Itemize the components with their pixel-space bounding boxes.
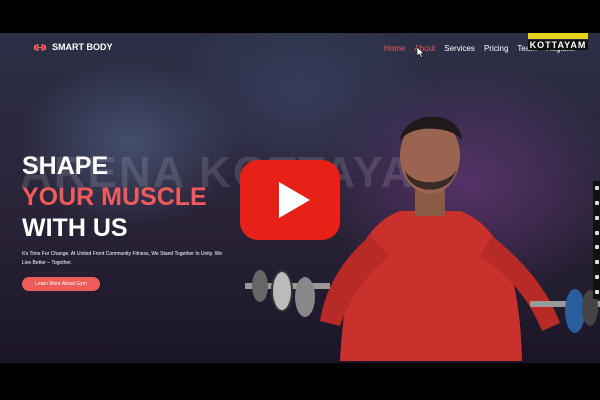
nav-pricing[interactable]: Pricing (484, 44, 508, 53)
side-icon-8[interactable] (594, 289, 599, 294)
location-badge: KOTTAYAM (528, 33, 588, 51)
bottom-letterbox (0, 363, 600, 400)
dumbbell-logo-icon (34, 43, 46, 51)
play-icon[interactable] (240, 160, 340, 240)
headline-line-1: SHAPE (22, 152, 109, 180)
badge-label: KOTTAYAM (528, 40, 588, 50)
hero-headline: SHAPE YOUR MUSCLE WITH US (22, 151, 207, 244)
nav-home[interactable]: Home (384, 44, 405, 53)
brand-logo[interactable]: SMART BODY (34, 42, 113, 52)
cursor-icon (417, 47, 425, 58)
side-icon-1[interactable] (594, 186, 599, 191)
hero-section: ARENA KOTTAYAM SMART BODY Home About Ser… (0, 33, 600, 363)
headline-line-2: YOUR MUSCLE (22, 183, 207, 211)
badge-stripe (528, 33, 588, 39)
hero-tagline: It's Time For Change. At United Front Co… (22, 251, 223, 266)
nav-services[interactable]: Services (444, 44, 475, 53)
learn-more-button[interactable]: Learn More About Gym (22, 277, 100, 291)
side-icon-5[interactable] (594, 245, 599, 250)
side-icon-6[interactable] (594, 260, 599, 265)
brand-name: SMART BODY (52, 42, 113, 52)
top-letterbox (0, 0, 600, 33)
side-icon-4[interactable] (594, 230, 599, 235)
side-toolbar (593, 181, 600, 299)
side-icon-3[interactable] (594, 215, 599, 220)
headline-line-3: WITH US (22, 214, 128, 242)
side-icon-2[interactable] (594, 201, 599, 206)
side-icon-7[interactable] (594, 274, 599, 279)
